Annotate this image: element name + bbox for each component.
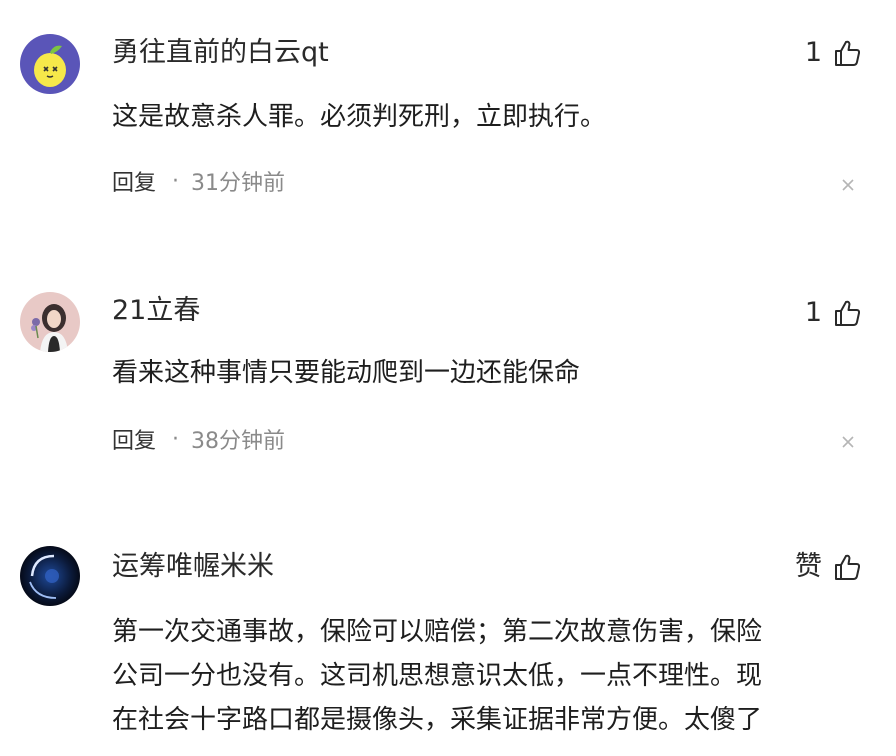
night-avatar-icon bbox=[20, 546, 80, 606]
like-label: 赞 bbox=[795, 551, 822, 582]
comment-text: 这是故意杀人罪。必须判死刑，立即执行。 bbox=[112, 102, 607, 132]
avatar[interactable] bbox=[20, 546, 80, 606]
like-button[interactable]: 赞 bbox=[795, 550, 862, 584]
like-button[interactable]: 1 bbox=[805, 296, 862, 330]
close-icon[interactable] bbox=[838, 432, 858, 452]
like-count: 1 bbox=[804, 37, 822, 68]
separator: · bbox=[172, 168, 180, 194]
thumbs-up-icon[interactable] bbox=[832, 552, 862, 582]
separator: · bbox=[172, 426, 180, 452]
comment-text: 第一次交通事故，保险可以赔偿；第二次故意伤害，保险 公司一分也没有。这司机思想意… bbox=[112, 610, 872, 742]
comment-text: 看来这种事情只要能动爬到一边还能保命 bbox=[112, 358, 581, 388]
timestamp: 38分钟前 bbox=[191, 429, 286, 454]
lemon-avatar-icon bbox=[20, 34, 80, 94]
like-button[interactable]: 1 bbox=[805, 36, 862, 70]
thumbs-up-icon[interactable] bbox=[832, 298, 862, 328]
comment-meta: 回复 · 38分钟前 bbox=[112, 423, 286, 455]
reply-button[interactable]: 回复 bbox=[112, 423, 156, 455]
comment-text-line: 公司一分也没有。这司机思想意识太低，一点不理性。现 bbox=[112, 661, 763, 691]
reply-button[interactable]: 回复 bbox=[112, 165, 156, 197]
comment-text-line: 在社会十字路口都是摄像头，采集证据非常方便。太傻了 bbox=[112, 705, 763, 735]
avatar[interactable] bbox=[20, 34, 80, 94]
username[interactable]: 21立春 bbox=[112, 294, 200, 328]
username[interactable]: 运筹唯幄米米 bbox=[112, 550, 274, 584]
close-icon[interactable] bbox=[838, 175, 858, 195]
like-count: 1 bbox=[804, 297, 822, 328]
comment-text-line: 第一次交通事故，保险可以赔偿；第二次故意伤害，保险 bbox=[112, 617, 763, 647]
avatar[interactable] bbox=[20, 292, 80, 352]
thumbs-up-icon[interactable] bbox=[832, 38, 862, 68]
timestamp: 31分钟前 bbox=[191, 171, 286, 196]
girl-avatar-icon bbox=[20, 292, 80, 352]
comment-meta: 回复 · 31分钟前 bbox=[112, 165, 286, 197]
username[interactable]: 勇往直前的白云qt bbox=[112, 36, 329, 70]
